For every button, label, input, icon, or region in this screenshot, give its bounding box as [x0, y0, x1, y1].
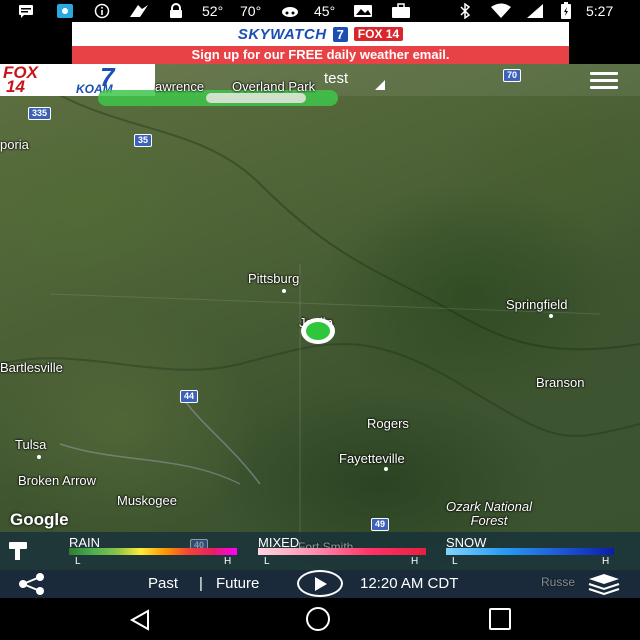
location-dropdown-icon[interactable]	[375, 80, 385, 90]
legend-rain-high: H	[224, 556, 232, 567]
legend-mixed-high: H	[411, 556, 419, 567]
past-button[interactable]: Past	[148, 575, 178, 592]
cloud-icon	[280, 3, 300, 19]
place-branson: Branson	[536, 375, 585, 390]
layers-icon[interactable]	[586, 573, 622, 596]
place-russellville: Russe	[541, 575, 576, 589]
signal-icon	[526, 3, 544, 19]
legend-rain-low: L	[75, 556, 81, 567]
place-bartlesville: Bartlesville	[0, 360, 63, 375]
city-dot-fayetteville	[384, 467, 388, 471]
legend-key-icon[interactable]	[6, 539, 30, 563]
wifi-icon	[490, 3, 512, 19]
city-dot-springfield	[549, 314, 553, 318]
precip-legend: 40 Fort Smith RAIN L H MIXED L H SNOW L …	[0, 532, 640, 570]
future-button[interactable]: Future	[216, 575, 259, 592]
place-springfield: Springfield	[506, 297, 568, 312]
ad-tagline: Sign up for our FREE daily weather email…	[72, 46, 569, 64]
lock-icon	[168, 3, 184, 19]
google-attribution: Google	[10, 510, 69, 529]
place-rogers: Rogers	[367, 416, 409, 431]
place-ozark-forest: Ozark National Forest	[446, 499, 532, 528]
legend-mixed-low: L	[264, 556, 270, 567]
status-temp-2: 70°	[240, 3, 262, 19]
hamburger-menu-icon[interactable]	[590, 72, 618, 90]
highway-35: 35	[134, 134, 153, 147]
ad-station: FOX 14	[353, 27, 404, 41]
place-fayetteville: Fayetteville	[339, 451, 405, 466]
place-emporia: poria	[0, 137, 29, 152]
status-time: 5:27	[586, 3, 614, 19]
legend-snow-low: L	[452, 556, 458, 567]
battery-icon	[560, 2, 572, 19]
highway-49: 49	[371, 518, 390, 531]
highway-335: 335	[28, 107, 52, 120]
briefcase-icon	[390, 3, 412, 19]
place-broken-arrow: Broken Arrow	[18, 473, 97, 488]
snow-gradient-bar	[446, 548, 614, 555]
message-icon	[18, 3, 34, 19]
bluetooth-icon	[458, 3, 472, 19]
radar-timestamp: 12:20 AM CDT	[360, 575, 459, 592]
home-icon[interactable]	[306, 607, 330, 631]
highway-44: 44	[180, 390, 199, 403]
rain-gradient-bar	[69, 548, 237, 555]
status-temp-1: 52°	[202, 3, 224, 19]
share-icon[interactable]	[14, 573, 50, 595]
mixed-gradient-bar	[258, 548, 426, 555]
place-lawrence: awrence	[155, 79, 205, 94]
ad-brand: SKYWATCH	[237, 25, 327, 43]
place-overland-park: Overland Park	[232, 79, 316, 94]
play-icon[interactable]	[297, 570, 343, 597]
city-dot-tulsa	[37, 455, 41, 459]
current-location-marker[interactable]	[301, 318, 335, 344]
logo-14-text: 14	[6, 77, 25, 96]
place-pittsburg: Pittsburg	[248, 271, 300, 286]
fox-icon	[128, 3, 150, 19]
place-tulsa: Tulsa	[15, 437, 47, 452]
photo-icon	[352, 3, 374, 19]
legend-snow-high: H	[602, 556, 610, 567]
back-icon[interactable]	[128, 608, 152, 637]
recent-apps-icon[interactable]	[489, 608, 511, 630]
place-muskogee: Muskogee	[117, 493, 177, 508]
status-temp-3: 45°	[314, 3, 336, 19]
fox-logo: FOX 14	[0, 64, 72, 96]
ad-channel: 7	[332, 26, 348, 42]
highway-70: 70	[503, 69, 522, 82]
location-title[interactable]: test	[324, 70, 348, 87]
ad-logos: SKYWATCH 7 FOX 14	[72, 22, 569, 46]
ad-banner[interactable]: SKYWATCH 7 FOX 14 Sign up for our FREE d…	[72, 22, 569, 64]
status-bar: 52° 70° 45° 5:27	[0, 0, 640, 22]
info-icon	[94, 3, 110, 19]
app-icon	[56, 3, 74, 19]
city-dot-pittsburg	[282, 289, 286, 293]
past-future-separator: |	[199, 575, 203, 592]
